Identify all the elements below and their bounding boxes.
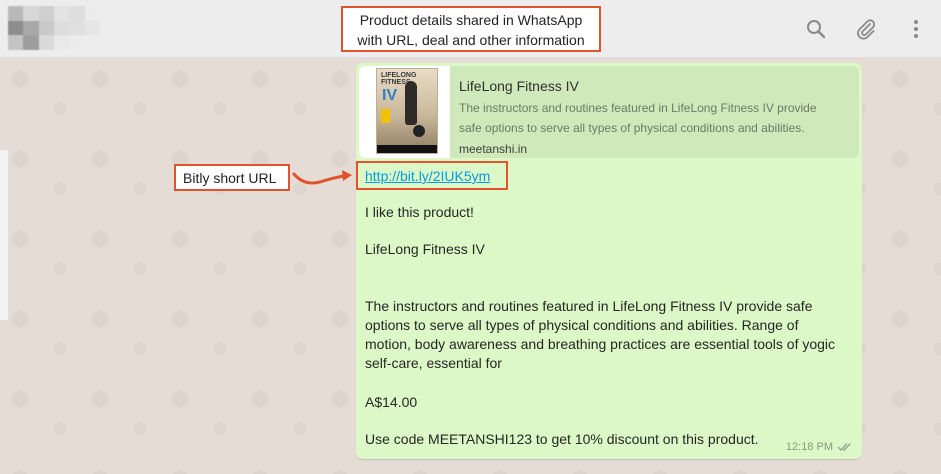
dvd-numeral: IV: [382, 87, 398, 104]
chat-header: Product details shared in WhatsApp with …: [0, 0, 941, 58]
dvd-logo-line1: LIFELONG: [381, 72, 417, 79]
annotation-bitly-label: Bitly short URL: [183, 170, 277, 186]
link-preview-thumbnail: LIFELONG FITNESS IV: [359, 66, 450, 158]
message-coupon: Use code MEETANSHI123 to get 10% discoun…: [365, 431, 759, 447]
message-line-product-name: LifeLong Fitness IV: [365, 241, 485, 257]
link-preview[interactable]: LIFELONG FITNESS IV LifeLong Fitness IV T…: [359, 66, 859, 158]
annotation-arrow-icon: [292, 170, 352, 185]
message-timestamp: 12:18 PM: [786, 441, 853, 453]
message-time: 12:18 PM: [785, 441, 833, 453]
double-check-icon: [837, 443, 851, 452]
message-bubble[interactable]: LIFELONG FITNESS IV LifeLong Fitness IV T…: [356, 63, 862, 459]
dvd-cover-image: LIFELONG FITNESS IV: [376, 68, 438, 154]
link-preview-domain: meetanshi.in: [459, 142, 528, 156]
search-icon[interactable]: [791, 0, 841, 58]
paperclip-icon[interactable]: [841, 0, 891, 58]
message-line-like: I like this product!: [365, 204, 474, 220]
annotation-top-line1: Product details shared in WhatsApp: [359, 12, 583, 28]
contact-avatar-blurred[interactable]: [8, 6, 100, 50]
link-preview-description-line2: safe options to serve all types of physi…: [459, 121, 805, 135]
chat-left-edge: [0, 150, 8, 320]
message-price: A$14.00: [365, 394, 418, 410]
more-vertical-icon[interactable]: [891, 0, 941, 58]
message-body-line4: self-care, essential for: [365, 355, 502, 371]
link-preview-title: LifeLong Fitness IV: [459, 78, 579, 94]
message-body-line2: options to serve all types of physical c…: [365, 317, 799, 333]
annotation-callout-top: Product details shared in WhatsApp with …: [341, 6, 601, 52]
bitly-short-url-link[interactable]: http://bit.ly/2IUK5ym: [365, 166, 490, 186]
annotation-top-line2: with URL, deal and other information: [357, 32, 585, 48]
annotation-callout-bitly: Bitly short URL: [174, 164, 290, 191]
link-preview-description-line1: The instructors and routines featured in…: [459, 101, 817, 115]
message-body-line3: motion, body awareness and breathing pra…: [365, 336, 836, 352]
message-body-line1: The instructors and routines featured in…: [365, 298, 813, 314]
